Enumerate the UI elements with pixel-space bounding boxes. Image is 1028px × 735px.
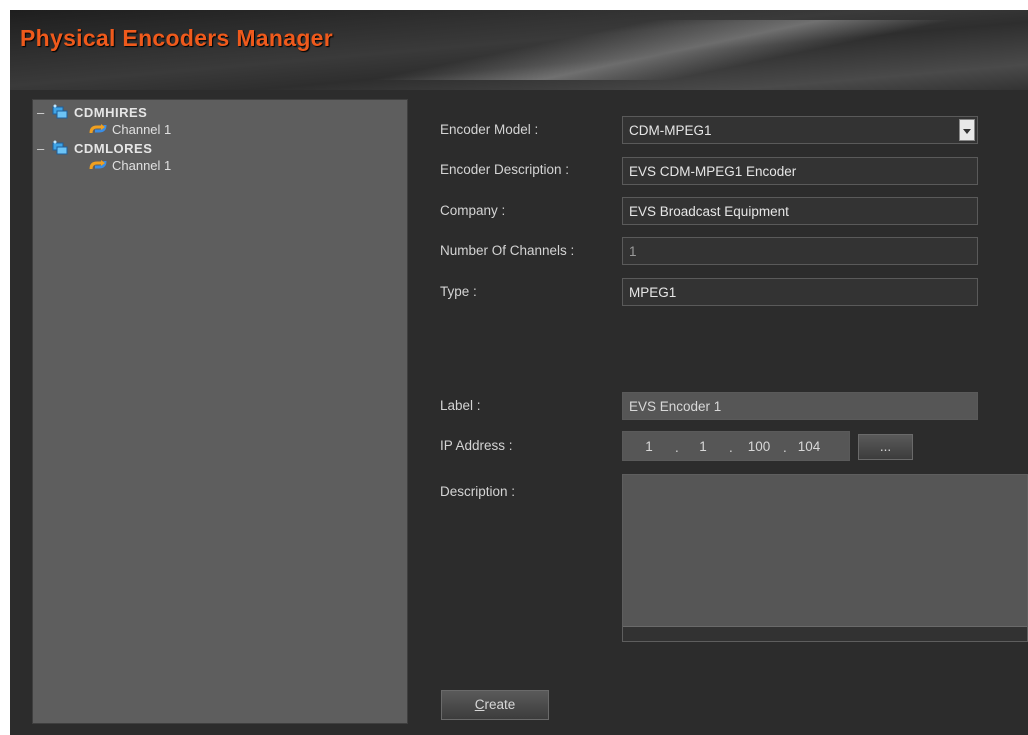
encoder-model-select[interactable]: CDM-MPEG1 [622, 116, 978, 144]
company-field[interactable]: EVS Broadcast Equipment [622, 197, 978, 225]
ip-octet-4[interactable]: 104 [791, 439, 827, 454]
type-field[interactable]: MPEG1 [622, 278, 978, 306]
tree-node-label: CDMLORES [74, 140, 153, 156]
tree-node-label: CDMHIRES [74, 104, 148, 120]
description-label: Description : [440, 484, 516, 499]
tree-node-label: Channel 1 [112, 121, 172, 137]
ip-octet-3[interactable]: 100 [741, 439, 777, 454]
tree-node-channel[interactable]: Channel 1 [89, 120, 171, 138]
header-decoration [370, 20, 1028, 80]
channel-link-icon [89, 157, 107, 173]
description-textarea[interactable] [622, 474, 1028, 642]
chevron-down-icon[interactable] [959, 119, 975, 141]
label-label: Label : [440, 398, 481, 413]
tree-node-label: Channel 1 [112, 157, 172, 173]
channel-link-icon [89, 121, 107, 137]
ip-address-label: IP Address : [440, 438, 513, 453]
ip-octet-1[interactable]: 1 [631, 439, 667, 454]
collapse-toggle[interactable]: – [37, 141, 51, 156]
create-button-label: reate [484, 697, 516, 712]
encoder-model-label: Encoder Model : [440, 122, 539, 137]
collapse-toggle[interactable]: – [37, 105, 51, 120]
company-label: Company : [440, 203, 506, 218]
number-of-channels-field[interactable]: 1 [622, 237, 978, 265]
horizontal-scrollbar[interactable] [623, 626, 1027, 641]
encoders-manager-window: Physical Encoders Manager – CDMHIRES Cha… [10, 10, 1028, 735]
ip-separator: . [729, 440, 733, 455]
encoder-device-icon [51, 140, 69, 156]
encoder-description-label: Encoder Description : [440, 162, 570, 177]
encoder-model-value: CDM-MPEG1 [629, 123, 712, 138]
header-banner: Physical Encoders Manager [10, 10, 1028, 90]
label-field[interactable]: EVS Encoder 1 [622, 392, 978, 420]
number-of-channels-label: Number Of Channels : [440, 243, 575, 258]
encoder-description-field[interactable]: EVS CDM-MPEG1 Encoder [622, 157, 978, 185]
ip-browse-button[interactable]: ... [858, 434, 913, 460]
page-title: Physical Encoders Manager [20, 25, 334, 51]
ip-address-input[interactable]: 1 . 1 . 100 . 104 [622, 431, 850, 461]
tree-node-cdmlores[interactable]: – CDMLORES [37, 139, 152, 157]
encoder-device-icon [51, 104, 69, 120]
encoder-tree[interactable]: – CDMHIRES Channel 1 – CDMLORES Channel … [32, 99, 408, 724]
ip-octet-2[interactable]: 1 [685, 439, 721, 454]
create-button[interactable]: Create [441, 690, 549, 720]
tree-node-cdmhires[interactable]: – CDMHIRES [37, 103, 147, 121]
tree-node-channel[interactable]: Channel 1 [89, 156, 171, 174]
ip-separator: . [783, 440, 787, 455]
type-label: Type : [440, 284, 477, 299]
ip-separator: . [675, 440, 679, 455]
